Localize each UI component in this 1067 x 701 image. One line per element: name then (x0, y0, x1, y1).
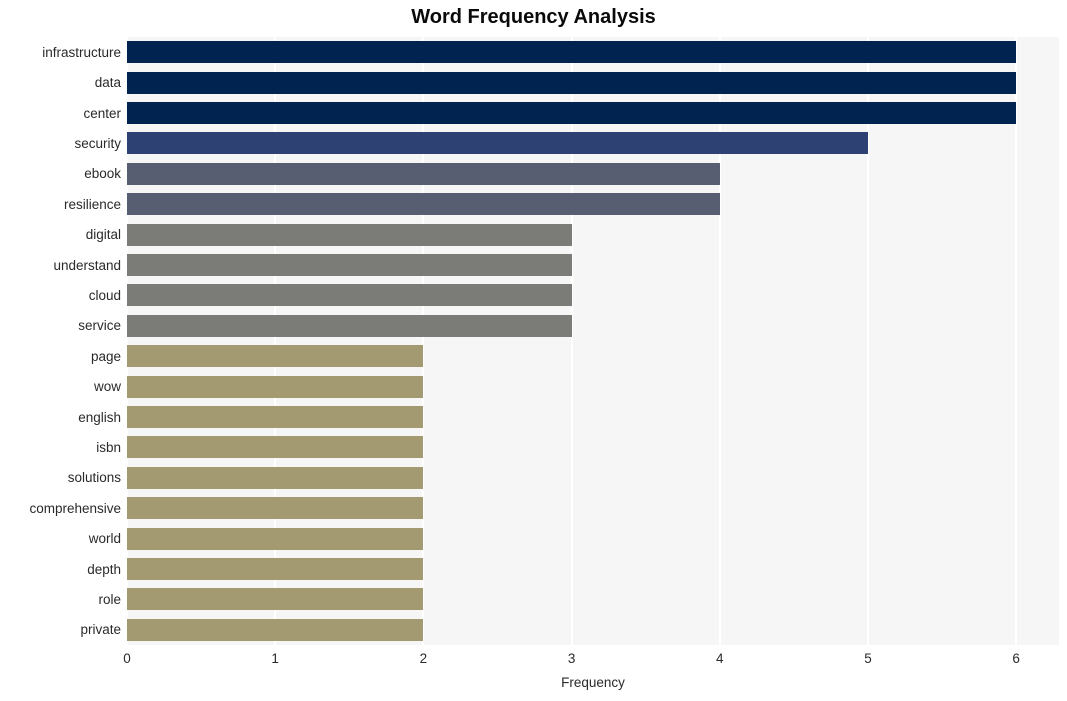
bar[interactable] (127, 162, 720, 185)
x-axis-tick-labels: 0 1 2 3 4 5 6 (0, 651, 1067, 671)
x-axis-tick-label: 4 (716, 651, 724, 666)
x-axis-tick-label: 0 (123, 651, 131, 666)
bar[interactable] (127, 588, 424, 611)
x-axis-tick-label: 1 (271, 651, 279, 666)
y-axis-tick-label: solutions (67, 470, 121, 486)
bar[interactable] (127, 436, 424, 459)
x-axis-tick-label: 6 (1012, 651, 1020, 666)
bars-group (127, 37, 1059, 645)
y-axis-tick-label: data (94, 75, 121, 91)
y-axis-tick-label: english (78, 409, 121, 425)
bar[interactable] (127, 618, 424, 641)
bar[interactable] (127, 193, 720, 216)
bar[interactable] (127, 102, 1017, 124)
y-axis-tick-label: private (80, 622, 121, 638)
plot-area (127, 37, 1059, 645)
x-axis-tick-label: 3 (567, 651, 576, 666)
bar[interactable] (127, 254, 572, 276)
bar[interactable] (127, 345, 424, 368)
bar[interactable] (127, 71, 1017, 94)
bar[interactable] (127, 527, 424, 550)
chart-figure: Word Frequency Analysis infrastructure da… (0, 0, 1067, 701)
bar[interactable] (127, 466, 424, 489)
y-axis-tick-label: infrastructure (42, 44, 121, 60)
y-axis-tick-label: resilience (63, 196, 121, 212)
y-axis-tick-label: center (83, 105, 121, 121)
y-axis-tick-label: isbn (96, 439, 121, 455)
bar[interactable] (127, 558, 424, 580)
bar[interactable] (127, 375, 424, 398)
x-axis-tick-label: 2 (419, 651, 428, 666)
y-axis-tick-label: world (88, 531, 121, 547)
chart-title: Word Frequency Analysis (411, 6, 656, 28)
y-axis-tick-label: service (78, 318, 121, 334)
x-axis-title: Frequency (561, 675, 625, 690)
y-axis-tick-label: page (90, 348, 121, 364)
y-axis-tick-label: ebook (84, 166, 121, 182)
bar[interactable] (127, 223, 572, 246)
y-axis-tick-label: cloud (88, 287, 121, 303)
x-axis-tick-label: 5 (864, 651, 872, 666)
bar[interactable] (127, 406, 424, 428)
y-axis-tick-labels: infrastructure data center security ebook res… (0, 37, 121, 645)
y-axis-tick-label: understand (53, 257, 121, 273)
y-axis-tick-label: role (98, 591, 121, 607)
y-axis-tick-label: digital (85, 227, 121, 243)
y-axis-tick-label: wow (93, 379, 121, 395)
y-axis-tick-label: comprehensive (29, 500, 121, 516)
bar[interactable] (127, 132, 868, 155)
bar[interactable] (127, 284, 572, 307)
y-axis-tick-label: security (74, 135, 121, 151)
bar[interactable] (127, 314, 572, 337)
bar[interactable] (127, 497, 424, 520)
bar[interactable] (127, 41, 1017, 64)
y-axis-tick-label: depth (87, 561, 121, 577)
